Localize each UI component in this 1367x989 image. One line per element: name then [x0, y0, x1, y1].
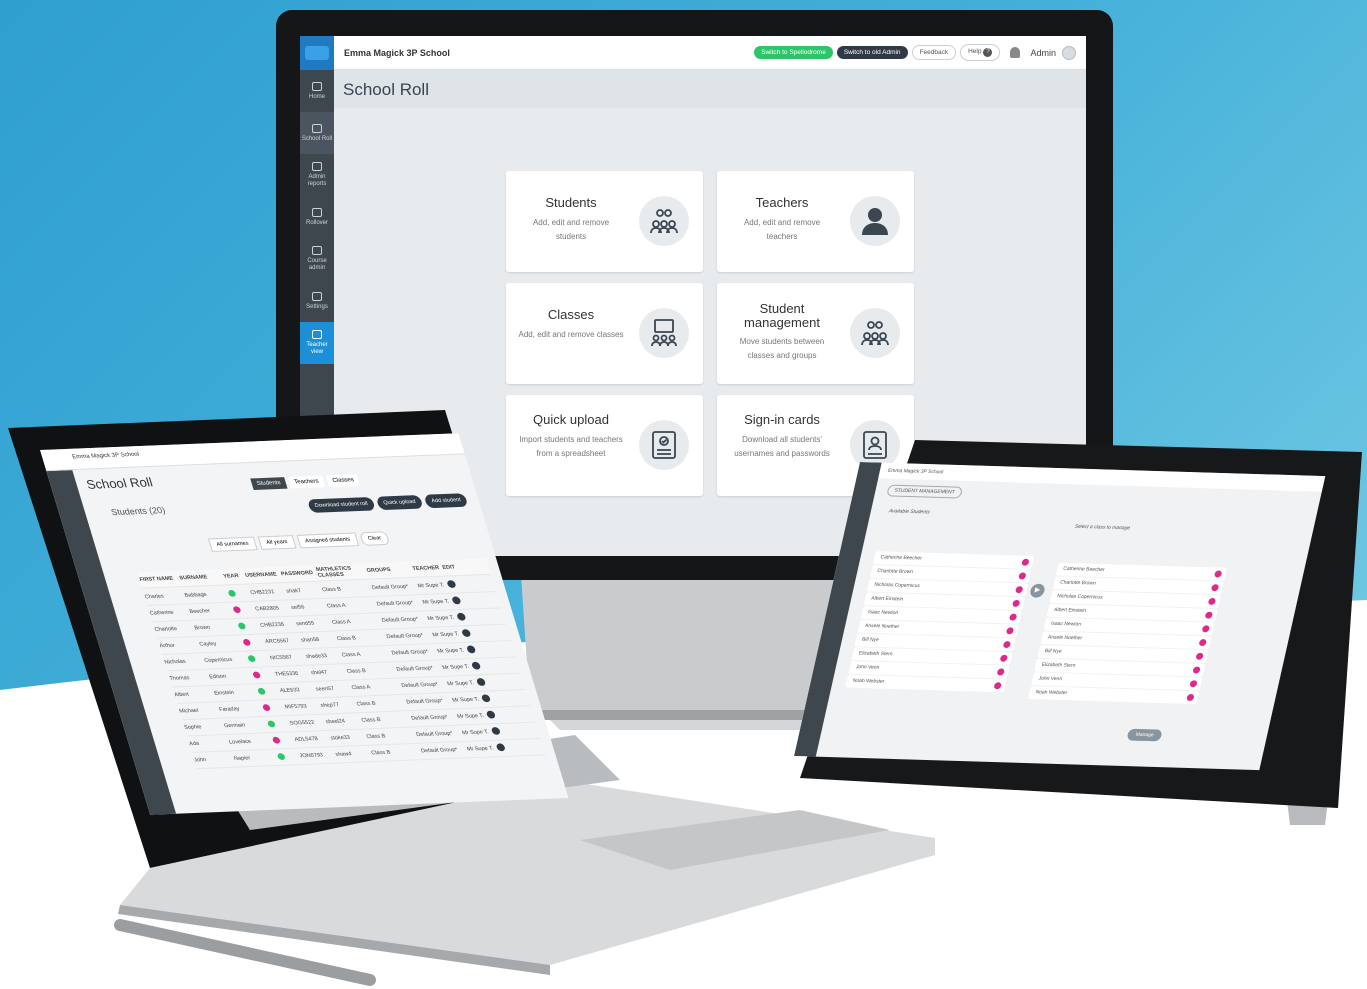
- student-name: Isaac Newton: [867, 609, 899, 617]
- year-badge: [1195, 652, 1204, 660]
- available-students-label: Available Students: [888, 508, 931, 516]
- year-badge: [999, 654, 1009, 662]
- available-students-list: Catherine Beecher Charlotte Brown Nicholas…: [845, 551, 1035, 693]
- student-name: Ansele Noether: [864, 623, 900, 630]
- year-badge: [993, 682, 1002, 690]
- year-badge: [1021, 558, 1030, 566]
- year-badge: [1210, 584, 1220, 592]
- student-name: Noah Webster: [852, 677, 885, 685]
- student-name: Elizabeth Stern: [1041, 661, 1076, 669]
- student-name: Bill Nye: [1044, 648, 1063, 655]
- student-name: Catherine Beecher: [1062, 565, 1106, 573]
- year-badge: [1008, 613, 1018, 621]
- year-badge: [1002, 641, 1012, 649]
- select-class-label: Select a class to manage: [1074, 523, 1131, 532]
- year-badge: [1213, 570, 1223, 578]
- student-name: John Venn: [1037, 675, 1063, 683]
- student-name: Elizabeth Stern: [858, 650, 894, 658]
- year-badge: [1018, 572, 1027, 580]
- student-name: Ansele Noether: [1047, 634, 1083, 642]
- year-badge: [1186, 693, 1195, 701]
- student-name: Albert Einstein: [870, 595, 904, 603]
- student-name: Nicholas Copernicus: [1056, 593, 1104, 601]
- year-badge: [1011, 599, 1021, 607]
- move-arrow-icon[interactable]: ▶: [1028, 583, 1046, 598]
- student-name: Catherine Beecher: [879, 554, 923, 562]
- tablet-section-label: STUDENT MANAGEMENT: [886, 484, 963, 499]
- year-badge: [1207, 597, 1217, 605]
- student-name: Charlotte Brown: [876, 568, 914, 576]
- student-name: Charlotte Brown: [1059, 579, 1097, 587]
- tablet-school-name: Emma Magick 3P School: [887, 467, 944, 476]
- year-badge: [1192, 666, 1201, 674]
- student-name: Isaac Newton: [1050, 620, 1082, 628]
- year-badge: [1014, 586, 1024, 594]
- selected-students-list: Catherine Beecher Charlotte Brown Nicholas…: [1028, 562, 1227, 705]
- manage-button[interactable]: Manage: [1126, 728, 1163, 742]
- student-name: Noah Webster: [1034, 689, 1068, 697]
- student-name: Bill Nye: [861, 636, 880, 644]
- tablet-screen: Emma Magick 3P School STUDENT MANAGEMENT…: [794, 462, 1326, 771]
- student-name: Albert Einstein: [1053, 607, 1087, 614]
- year-badge: [996, 668, 1005, 676]
- year-badge: [1198, 639, 1207, 647]
- student-name: Nicholas Copernicus: [873, 581, 921, 590]
- year-badge: [1201, 625, 1211, 633]
- student-name: John Venn: [855, 664, 880, 671]
- year-badge: [1204, 611, 1214, 619]
- year-badge: [1005, 627, 1015, 635]
- year-badge: [1189, 680, 1198, 688]
